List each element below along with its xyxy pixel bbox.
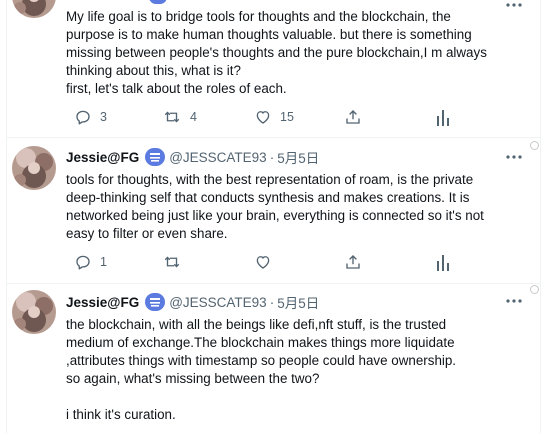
analytics-icon (437, 255, 449, 271)
scroll-marker (530, 285, 539, 294)
tweet-actions: 1 (66, 252, 456, 272)
reply-icon (76, 110, 90, 125)
tweet-header: Jessie@FG @JESSCATE93 · 5月5日 (66, 292, 319, 312)
like-button[interactable]: 15 (254, 107, 294, 127)
avatar[interactable] (12, 146, 56, 190)
tweet-line: so again, what's missing between the two… (66, 371, 320, 386)
tweet-line: purpose is to make human thoughts valuab… (66, 27, 472, 42)
tweet-line: deep-thinking self that conducts synthes… (66, 190, 470, 205)
like-button[interactable] (254, 252, 272, 272)
heart-icon (256, 111, 270, 124)
tweet-line: medium of exchange.The blockchain makes … (66, 335, 455, 350)
analytics-button[interactable] (436, 107, 450, 127)
tweet-line: missing between people's thoughts and th… (66, 45, 487, 60)
tweet-line: tools for thoughts, with the best repres… (66, 172, 474, 187)
reply-icon (76, 255, 90, 270)
header-separator: · (269, 294, 275, 310)
tweet-divider (6, 137, 540, 138)
retweet-count: 4 (190, 110, 197, 124)
tweet-line: first, let's talk about the roles of eac… (66, 81, 287, 96)
share-icon (346, 255, 360, 269)
heart-icon (256, 256, 270, 269)
analytics-icon (437, 110, 449, 126)
tweet-line: networked being just like your brain, ev… (66, 208, 484, 223)
tweet-text: My life goal is to bridge tools for thou… (66, 8, 526, 98)
reply-button[interactable]: 3 (74, 107, 107, 127)
avatar[interactable] (12, 0, 56, 18)
verified-badge-icon (145, 293, 166, 311)
author-handle[interactable]: @JESSCATE93 (169, 150, 267, 165)
tweet-line: easy to filter or even share. (66, 226, 228, 241)
author-name[interactable]: Jessie@FG (66, 150, 139, 165)
retweet-icon (164, 256, 180, 268)
tweet-line: the blockchain, with all the beings like… (66, 317, 447, 332)
retweet-button[interactable] (162, 252, 182, 272)
tweet-text: tools for thoughts, with the best repres… (66, 171, 526, 243)
reply-count: 1 (100, 255, 107, 269)
timeline-border-left (6, 0, 7, 433)
verified-badge-icon (145, 148, 166, 166)
retweet-icon (164, 111, 180, 123)
tweet-line: thinking about this, what is it? (66, 63, 241, 78)
author-name[interactable]: Jessie@FG (66, 295, 139, 310)
verified-badge-icon (148, 0, 168, 4)
tweet-date[interactable]: 5月5日 (277, 292, 319, 312)
tweet-line: ,attributes things with timestamp so peo… (66, 353, 457, 368)
share-icon (346, 110, 360, 124)
retweet-button[interactable]: 4 (162, 107, 197, 127)
tweet-actions: 3 4 15 (66, 107, 456, 127)
header-separator: · (269, 149, 275, 165)
more-icon[interactable] (505, 293, 523, 309)
analytics-button[interactable] (436, 252, 450, 272)
author-handle[interactable]: @JESSCATE93 (169, 295, 267, 310)
tweet-date[interactable]: 5月5日 (277, 147, 319, 167)
tweet-line: i think it's curation. (66, 407, 176, 422)
tweet-line-blank (66, 388, 526, 406)
more-icon[interactable] (505, 149, 523, 165)
tweet-header: Jessie@FG @JESSCATE93 · 5月5日 (66, 147, 319, 167)
avatar[interactable] (12, 290, 56, 334)
more-icon[interactable] (505, 0, 523, 7)
reply-count: 3 (100, 110, 107, 124)
share-button[interactable] (344, 252, 362, 272)
scroll-marker (530, 141, 539, 150)
tweet-line: My life goal is to bridge tools for thou… (66, 9, 451, 24)
timeline-border-right (540, 0, 541, 433)
like-count: 15 (280, 110, 294, 124)
tweet-text: the blockchain, with all the beings like… (66, 316, 526, 424)
reply-button[interactable]: 1 (74, 252, 107, 272)
share-button[interactable] (344, 107, 362, 127)
tweet-divider (6, 283, 540, 284)
